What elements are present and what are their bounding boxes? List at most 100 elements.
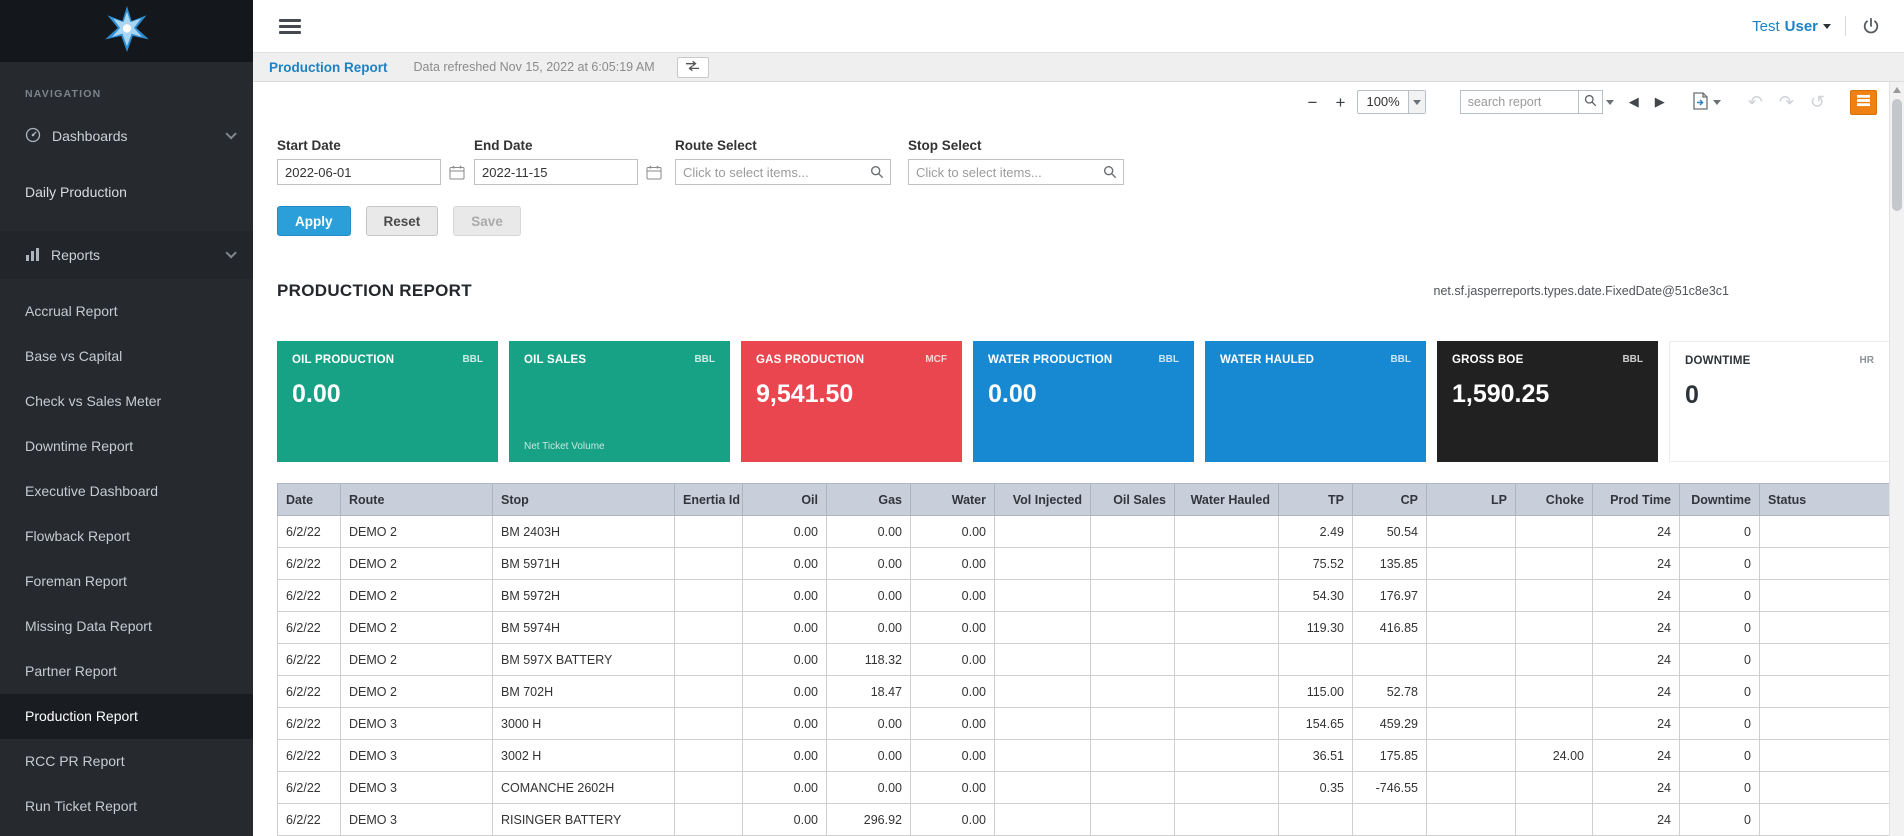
zoom-out-button[interactable]: − — [1301, 94, 1323, 111]
sidebar-item-flowback-report[interactable]: Flowback Report — [0, 514, 253, 559]
sidebar-item-foreman-report[interactable]: Foreman Report — [0, 559, 253, 604]
column-header-choke[interactable]: Choke — [1516, 484, 1593, 516]
cell-water: 0.00 — [911, 772, 995, 804]
cell-tp: 54.30 — [1279, 580, 1353, 612]
sidebar-item-accrual-report[interactable]: Accrual Report — [0, 289, 253, 334]
column-header-oil[interactable]: Oil — [743, 484, 827, 516]
cell-lp — [1427, 676, 1516, 708]
save-button[interactable]: Save — [453, 206, 521, 236]
cell-stop: BM 5971H — [493, 548, 675, 580]
kpi-card-gross-boe: GROSS BOEBBL1,590.25 — [1437, 341, 1658, 462]
sidebar-item-check-vs-sales-meter[interactable]: Check vs Sales Meter — [0, 379, 253, 424]
sidebar-item-daily-production[interactable]: Daily Production — [0, 168, 253, 216]
column-header-cp[interactable]: CP — [1353, 484, 1427, 516]
next-page-button[interactable]: ▶ — [1650, 94, 1670, 110]
column-header-downtime[interactable]: Downtime — [1680, 484, 1760, 516]
sidebar-item-base-vs-capital[interactable]: Base vs Capital — [0, 334, 253, 379]
vertical-scrollbar[interactable] — [1889, 82, 1904, 836]
cell-enertia-id — [675, 644, 743, 676]
user-menu[interactable]: Test User — [1752, 18, 1831, 35]
cell-oil: 0.00 — [743, 580, 827, 612]
dashboard-icon — [25, 127, 41, 146]
cell-choke — [1516, 516, 1593, 548]
search-icon[interactable] — [870, 165, 884, 179]
cell-enertia-id — [675, 612, 743, 644]
sidebar-item-executive-dashboard[interactable]: Executive Dashboard — [0, 469, 253, 514]
calendar-icon[interactable] — [646, 165, 662, 180]
kpi-unit: BBL — [462, 354, 483, 365]
cell-prod-time: 24 — [1593, 772, 1680, 804]
cell-date: 6/2/22 — [278, 644, 341, 676]
cell-water-hauled — [1175, 644, 1279, 676]
redo-icon[interactable]: ↷ — [1774, 93, 1799, 111]
search-report-input[interactable] — [1460, 90, 1578, 114]
cell-gas: 296.92 — [827, 804, 911, 836]
sidebar-item-production-report[interactable]: Production Report — [0, 694, 253, 739]
search-icon[interactable] — [1103, 165, 1117, 179]
sidebar-item-rcc-pr-report[interactable]: RCC PR Report — [0, 739, 253, 784]
column-header-gas[interactable]: Gas — [827, 484, 911, 516]
scroll-up-arrow-icon[interactable] — [1893, 87, 1901, 93]
stop-select-input[interactable] — [908, 159, 1124, 185]
app-logo[interactable] — [0, 0, 253, 62]
cell-water: 0.00 — [911, 580, 995, 612]
column-header-enertia-id[interactable]: Enertia Id — [675, 484, 743, 516]
cell-stop: BM 2403H — [493, 516, 675, 548]
undo-icon[interactable]: ↶ — [1743, 93, 1768, 111]
end-date-input[interactable] — [474, 159, 638, 185]
column-header-water[interactable]: Water — [911, 484, 995, 516]
sidebar-item-run-ticket-report[interactable]: Run Ticket Report — [0, 784, 253, 829]
cell-status — [1760, 548, 1890, 580]
cell-vol-injected — [995, 804, 1091, 836]
column-header-stop[interactable]: Stop — [493, 484, 675, 516]
column-header-oil-sales[interactable]: Oil Sales — [1091, 484, 1175, 516]
column-header-status[interactable]: Status — [1760, 484, 1890, 516]
menu-toggle-icon[interactable] — [279, 19, 301, 34]
cell-water: 0.00 — [911, 516, 995, 548]
apply-button[interactable]: Apply — [277, 206, 351, 236]
sidebar-item-missing-data-report[interactable]: Missing Data Report — [0, 604, 253, 649]
kpi-card-gas-production: GAS PRODUCTIONMCF9,541.50 — [741, 341, 962, 462]
route-select-label: Route Select — [675, 138, 891, 153]
column-header-prod-time[interactable]: Prod Time — [1593, 484, 1680, 516]
refresh-button[interactable] — [677, 57, 709, 78]
previous-page-button[interactable]: ◀ — [1624, 94, 1644, 110]
logout-power-icon[interactable] — [1860, 15, 1882, 37]
column-header-water-hauled[interactable]: Water Hauled — [1175, 484, 1279, 516]
chevron-down-icon — [225, 128, 236, 139]
calendar-icon[interactable] — [449, 165, 465, 180]
zoom-level-select[interactable]: 100% — [1357, 90, 1425, 114]
cell-oil-sales — [1091, 548, 1175, 580]
sidebar-item-dashboards[interactable]: Dashboards — [0, 112, 253, 160]
cell-enertia-id — [675, 548, 743, 580]
search-button[interactable] — [1578, 90, 1603, 114]
data-view-toggle-button[interactable] — [1850, 90, 1877, 115]
sidebar-item-downtime-report[interactable]: Downtime Report — [0, 424, 253, 469]
column-header-lp[interactable]: LP — [1427, 484, 1516, 516]
cell-tp: 75.52 — [1279, 548, 1353, 580]
route-select-input[interactable] — [675, 159, 891, 185]
sidebar-item-reports[interactable]: Reports — [0, 231, 253, 279]
zoom-in-button[interactable]: + — [1329, 94, 1351, 111]
report-tab-title[interactable]: Production Report — [269, 60, 388, 75]
cell-route: DEMO 2 — [341, 676, 493, 708]
cell-oil-sales — [1091, 804, 1175, 836]
cell-lp — [1427, 644, 1516, 676]
search-options-button[interactable] — [1603, 90, 1618, 114]
zoom-dropdown-button[interactable] — [1408, 91, 1425, 113]
bar-chart-icon — [25, 247, 40, 264]
cell-water-hauled — [1175, 612, 1279, 644]
column-header-date[interactable]: Date — [278, 484, 341, 516]
reset-button[interactable]: Reset — [366, 206, 439, 236]
cell-water: 0.00 — [911, 676, 995, 708]
start-date-input[interactable] — [277, 159, 441, 185]
cell-prod-time: 24 — [1593, 708, 1680, 740]
column-header-vol-injected[interactable]: Vol Injected — [995, 484, 1091, 516]
sidebar-item-partner-report[interactable]: Partner Report — [0, 649, 253, 694]
column-header-route[interactable]: Route — [341, 484, 493, 516]
export-button[interactable] — [1692, 92, 1721, 113]
scrollbar-thumb[interactable] — [1892, 99, 1902, 211]
cell-enertia-id — [675, 676, 743, 708]
column-header-tp[interactable]: TP — [1279, 484, 1353, 516]
undo-all-icon[interactable]: ↺ — [1805, 93, 1830, 111]
